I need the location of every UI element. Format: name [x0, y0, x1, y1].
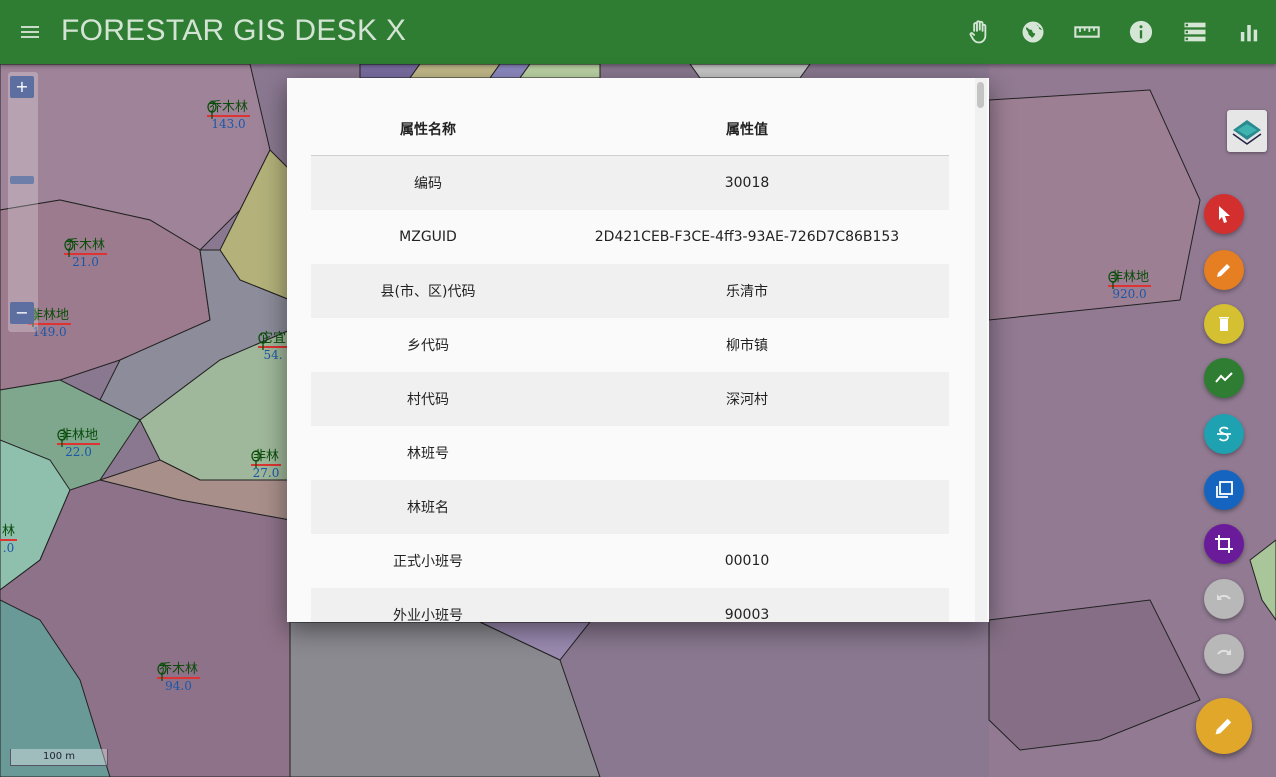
- copy-icon: [1216, 481, 1233, 498]
- attribute-name: 林班号: [407, 446, 449, 462]
- pencil-icon: [1217, 264, 1230, 277]
- table-row: 林班号: [311, 426, 949, 480]
- column-header-name: 属性名称: [311, 102, 545, 156]
- tree-icon: [258, 332, 268, 350]
- tree-icon: [64, 239, 74, 257]
- attribute-value: 2D421CEB-F3CE-4ff3-93AE-726D7C86B153: [594, 229, 900, 245]
- attribute-table: 属性名称 属性值 编码 30018 MZGUID 2D421CEB-F3CE-4…: [311, 102, 949, 622]
- table-row: 县(市、区)代码 乐清市: [311, 264, 949, 318]
- cursor-arrow-icon: [1219, 206, 1230, 223]
- table-row: 外业小班号 90003: [311, 588, 949, 622]
- split-tool-button[interactable]: [1204, 414, 1244, 454]
- tree-icon: [207, 101, 217, 119]
- attribute-name: 林班名: [311, 480, 545, 534]
- table-row: 村代码 深河村: [311, 372, 949, 426]
- attribute-name: 村代码: [311, 372, 545, 426]
- attribute-value: [545, 480, 949, 534]
- crop-tool-button[interactable]: [1204, 524, 1244, 564]
- line-tool-button[interactable]: [1204, 358, 1244, 398]
- globe-icon[interactable]: [1019, 18, 1047, 46]
- app-bar: FORESTAR GIS DESK X: [0, 0, 1276, 64]
- map-label: 乔木林 94.0: [157, 662, 201, 693]
- map-label: 乔木林 143.0: [207, 100, 251, 131]
- tree-icon: [157, 663, 167, 681]
- attribute-value: 00010: [724, 553, 770, 569]
- redo-icon: [1217, 649, 1231, 655]
- attribute-value: 深河村: [545, 372, 949, 426]
- map-label: 非林 27.0: [251, 449, 282, 480]
- info-icon[interactable]: [1127, 18, 1155, 46]
- tree-icon: [1108, 271, 1118, 289]
- menu-icon[interactable]: [18, 20, 42, 44]
- table-row: MZGUID 2D421CEB-F3CE-4ff3-93AE-726D7C86B…: [311, 210, 949, 264]
- layers-button[interactable]: [1227, 110, 1267, 152]
- select-tool-button[interactable]: [1204, 194, 1244, 234]
- map-label: 非林地 22.0: [57, 428, 101, 459]
- layers-icon: [1232, 120, 1262, 145]
- zoom-out-button[interactable]: −: [10, 302, 34, 324]
- delete-tool-button[interactable]: [1204, 304, 1244, 344]
- redo-button[interactable]: [1204, 634, 1244, 674]
- undo-icon: [1217, 594, 1231, 600]
- attribute-value: 30018: [545, 155, 949, 210]
- undo-button[interactable]: [1204, 579, 1244, 619]
- attribute-value: [545, 426, 949, 480]
- map-label: 乔木林 21.0: [64, 238, 108, 269]
- attribute-name: 正式小班号: [393, 554, 463, 570]
- copy-tool-button[interactable]: [1204, 470, 1244, 510]
- attribute-name: 乡代码: [407, 338, 449, 354]
- map-label: 它宜 54.: [258, 331, 289, 362]
- scrollbar-thumb[interactable]: [977, 82, 984, 108]
- attribute-name: 外业小班号: [311, 588, 545, 622]
- tree-icon: [57, 429, 67, 447]
- table-row: 编码 30018: [311, 155, 949, 210]
- scale-bar: 100 m: [10, 749, 108, 766]
- attribute-name: 编码: [311, 155, 545, 210]
- pan-hand-icon[interactable]: [966, 18, 994, 46]
- tree-icon: [251, 450, 261, 468]
- ruler-icon[interactable]: [1073, 18, 1101, 46]
- attribute-dialog: 属性名称 属性值 编码 30018 MZGUID 2D421CEB-F3CE-4…: [287, 78, 989, 622]
- table-row: 正式小班号 00010: [311, 534, 949, 588]
- app-title: FORESTAR GIS DESK X: [61, 14, 407, 47]
- edit-main-fab[interactable]: [1196, 698, 1252, 754]
- zoom-in-button[interactable]: +: [10, 76, 34, 98]
- attribute-value: 90003: [545, 588, 949, 622]
- attribute-name: MZGUID: [399, 229, 457, 245]
- column-header-value: 属性值: [545, 102, 949, 156]
- polyline-icon: [1215, 372, 1233, 383]
- zoom-slider-handle[interactable]: [10, 176, 34, 184]
- table-row: 林班名: [311, 480, 949, 534]
- edit-tool-button[interactable]: [1204, 250, 1244, 290]
- strikethrough-icon: [1217, 426, 1231, 442]
- table-header-row: 属性名称 属性值: [311, 102, 949, 156]
- pencil-icon: [1215, 718, 1232, 735]
- crop-icon: [1215, 535, 1233, 553]
- map-label: 林 .0: [0, 524, 18, 555]
- attribute-name: 县(市、区)代码: [311, 264, 545, 318]
- trash-icon: [1219, 317, 1229, 331]
- bar-chart-icon[interactable]: [1235, 18, 1263, 46]
- dialog-scrollbar[interactable]: [975, 78, 987, 622]
- attribute-value: 乐清市: [545, 264, 949, 318]
- map-label: 非林地 920.0: [1108, 270, 1152, 301]
- zoom-control: + −: [8, 72, 38, 332]
- attribute-value: 柳市镇: [726, 338, 768, 354]
- layer-list-icon[interactable]: [1181, 18, 1209, 46]
- table-row: 乡代码 柳市镇: [311, 318, 949, 372]
